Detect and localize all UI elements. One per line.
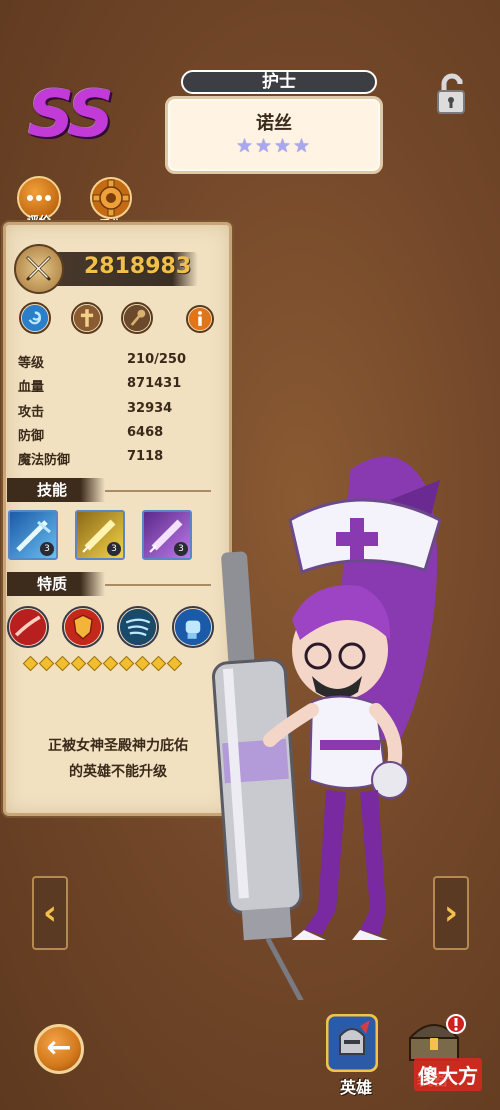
stat-value-magic-defense: 7118 (127, 449, 164, 464)
stat-label-attack: 攻击 (18, 405, 45, 420)
star-icon: ★ (236, 135, 254, 157)
water-element-icon[interactable] (19, 302, 51, 334)
crossed-swords-icon (14, 244, 64, 294)
stat-label-hp: 血量 (18, 380, 45, 395)
skill-level-badge: 3 (174, 542, 188, 556)
diamond-icon (166, 655, 183, 672)
arrow-left-icon: ← (46, 1030, 72, 1065)
skill-level-badge: 3 (107, 542, 121, 556)
star-icon: ★ (293, 135, 311, 157)
fire-shield-trait-icon[interactable] (62, 606, 104, 648)
stat-value-level: 210/250 (127, 352, 187, 367)
red-slash-trait-icon[interactable] (7, 606, 49, 648)
stat-label-magic-defense: 魔法防御 (18, 453, 71, 468)
stat-label-level: 等级 (18, 356, 45, 371)
message-line-1: 正被女神圣殿神力庇佑 (48, 738, 188, 754)
diamond-icon (38, 655, 55, 672)
back-button[interactable]: ← (34, 1024, 84, 1074)
purple-syringe-skill-icon[interactable]: 3 (142, 510, 192, 560)
upgrade-blocked-message: 正被女神圣殿神力庇佑 的英雄不能升级 (20, 733, 216, 785)
diamond-icon (118, 655, 135, 672)
hero-star-rating: ★ ★ ★ ★ (236, 135, 311, 157)
message-line-2: 的英雄不能升级 (69, 764, 167, 780)
hero-tab-button[interactable]: 英雄 (325, 1013, 386, 1098)
stat-label-defense: 防御 (18, 429, 45, 444)
skill-level-badge: 3 (40, 542, 54, 556)
traits-section-title: 特质 (7, 572, 105, 596)
unlocked-padlock-icon[interactable] (430, 72, 474, 116)
stat-value-attack: 32934 (127, 401, 173, 416)
chevron-left-icon: ‹ (42, 893, 57, 933)
watermark-text: 傻大方 (414, 1058, 482, 1091)
hero-tab-label: 英雄 (339, 1078, 372, 1097)
chevron-right-icon: › (443, 893, 458, 933)
diamond-icon (102, 655, 119, 672)
hero-grade: SS (28, 78, 114, 152)
whirlwind-trait-icon[interactable] (117, 606, 159, 648)
hero-class-banner: 护士 (181, 70, 377, 94)
ice-sword-skill-icon[interactable]: 3 (8, 510, 58, 560)
gear-icon (90, 177, 132, 219)
knight-helmet-icon (325, 1013, 379, 1073)
skills-section-title: 技能 (7, 478, 105, 502)
stat-value-defense: 6468 (127, 425, 164, 440)
diamond-icon (70, 655, 87, 672)
diamond-icon (150, 655, 167, 672)
stat-value-hp: 871431 (127, 376, 182, 391)
next-hero-button[interactable]: › (433, 876, 469, 950)
hero-name-plate: 诺丝 ★ ★ ★ ★ (165, 96, 383, 174)
mace-weapon-icon[interactable] (121, 302, 153, 334)
info-icon[interactable] (186, 305, 214, 333)
priest-cross-icon[interactable] (71, 302, 103, 334)
star-icon: ★ (274, 135, 292, 157)
combat-power-value: 2818983 (84, 254, 192, 279)
previous-hero-button[interactable]: ‹ (32, 876, 68, 950)
hero-name: 诺丝 (256, 113, 292, 134)
diamond-icon (54, 655, 71, 672)
section-divider (105, 584, 211, 586)
watermark-logo: 傻大方 (408, 1030, 500, 1110)
diamond-icon (134, 655, 151, 672)
trait-diamond-row (22, 655, 183, 672)
section-divider (105, 490, 211, 492)
diamond-icon (86, 655, 103, 672)
golden-syringe-skill-icon[interactable]: 3 (75, 510, 125, 560)
diamond-icon (22, 655, 39, 672)
star-icon: ★ (255, 135, 273, 157)
